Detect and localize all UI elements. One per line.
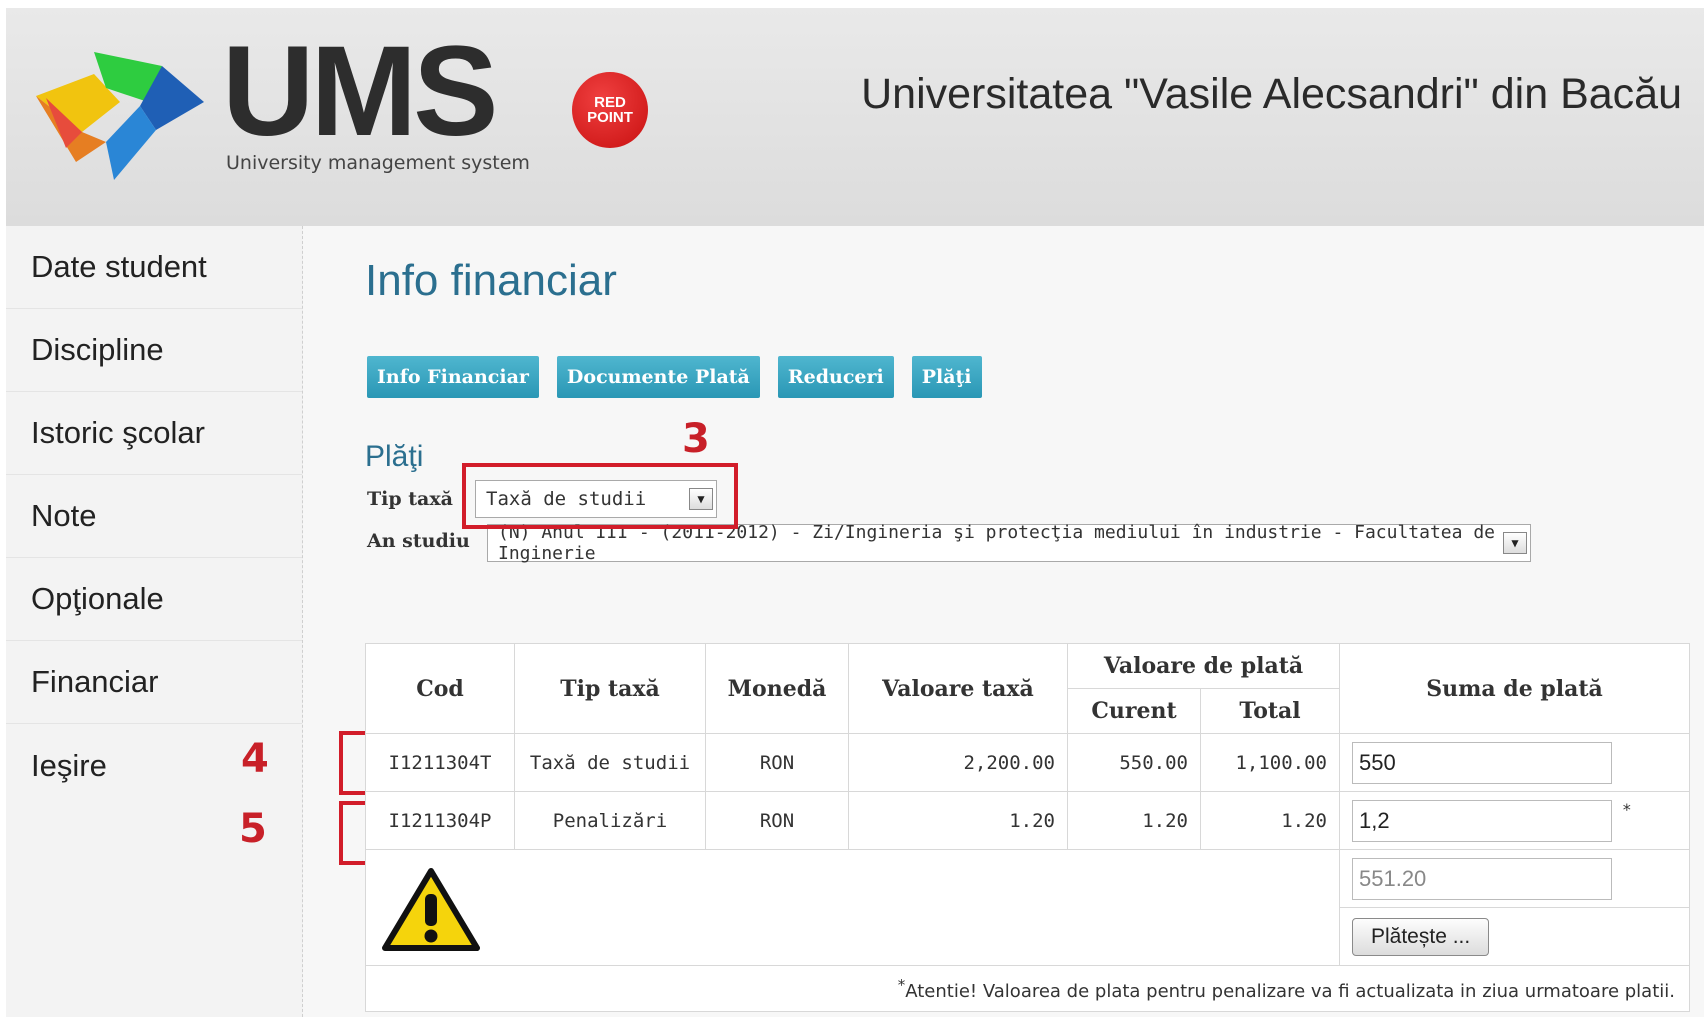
tab-documente-plata[interactable]: Documente Plată (556, 356, 760, 398)
tab-bar: Info Financiar Documente Plată Reduceri … (367, 356, 982, 398)
sidebar-item-istoric-scolar[interactable]: Istoric şcolar (6, 392, 302, 475)
sidebar-item-label: Date student (31, 249, 207, 284)
required-star: * (1622, 799, 1632, 819)
sidebar-item-date-student[interactable]: Date student (6, 226, 302, 309)
sidebar-item-optionale[interactable]: Opţionale (6, 558, 302, 641)
cell-cod: I1211304P (365, 791, 515, 850)
col-header-total: Total (1200, 688, 1340, 734)
cell-suma (1339, 733, 1690, 792)
col-header-valoare-taxa: Valoare taxă (848, 643, 1068, 734)
suma-input[interactable] (1352, 799, 1612, 842)
cell-valoare-taxa: 1.20 (848, 791, 1068, 850)
cell-total: 1,100.00 (1200, 733, 1340, 792)
callout-number-4: 4 (241, 736, 269, 782)
warning-cell (365, 849, 1340, 966)
page: UMS University management system RED POI… (6, 8, 1704, 1017)
note-row: *Atentie! Valoarea de plata pentru penal… (365, 965, 1690, 1012)
main-content: Info financiar Info Financiar Documente … (239, 226, 1704, 1017)
col-header-suma-de-plata: Suma de plată (1339, 643, 1690, 734)
cell-moneda: RON (705, 791, 849, 850)
an-studiu-label: An studiu (367, 530, 470, 552)
col-header-curent: Curent (1067, 688, 1201, 734)
tab-info-financiar[interactable]: Info Financiar (367, 356, 539, 398)
sidebar-item-label: Istoric şcolar (31, 415, 205, 450)
sidebar-item-label: Financiar (31, 664, 159, 699)
ums-logo-icon (36, 52, 204, 180)
sidebar-item-financiar[interactable]: Financiar (6, 641, 302, 724)
university-title: Universitatea "Vasile Alecsandri" din Ba… (861, 70, 1682, 118)
logo-subtitle: University management system (226, 152, 530, 174)
table-row: I1211304T Taxă de studii RON 2,200.00 55… (365, 733, 1690, 792)
chevron-down-icon[interactable]: ▼ (1503, 532, 1527, 554)
badge-line1: RED (594, 94, 626, 111)
cell-pay-button: Plătește ... (1339, 907, 1690, 966)
pay-button[interactable]: Plătește ... (1352, 917, 1490, 956)
sidebar-item-label: Discipline (31, 332, 164, 367)
tab-reduceri[interactable]: Reduceri (777, 356, 894, 398)
payments-table: Cod Tip taxă Monedă Valoare taxă Valoare… (365, 643, 1690, 1012)
callout-box-3 (462, 463, 738, 529)
cell-total: 1.20 (1200, 791, 1340, 850)
cell-curent: 1.20 (1067, 791, 1201, 850)
page-title: Info financiar (365, 256, 617, 305)
warning-icon (382, 868, 480, 951)
badge-line2: POINT (587, 109, 633, 126)
an-studiu-select[interactable]: (N) Anul III - (2011-2012) - Zi/Ingineri… (487, 522, 1531, 564)
suma-input[interactable] (1352, 741, 1612, 784)
sidebar-item-discipline[interactable]: Discipline (6, 309, 302, 392)
section-title: Plăţi (365, 440, 424, 473)
col-header-valoare-de-plata: Valoare de plată (1067, 643, 1340, 689)
header: UMS University management system RED POI… (6, 8, 1704, 227)
sidebar-item-label: Opţionale (31, 581, 164, 616)
sidebar-item-note[interactable]: Note (6, 475, 302, 558)
total-row (365, 849, 1690, 966)
sidebar-item-label: Ieşire (31, 747, 107, 783)
cell-total-sum (1339, 849, 1690, 908)
table-row: I1211304P Penalizări RON 1.20 1.20 1.20 … (365, 791, 1690, 850)
sidebar: Date student Discipline Istoric şcolar N… (6, 226, 303, 1017)
sidebar-item-label: Note (31, 498, 97, 533)
redpoint-badge: RED POINT (572, 72, 648, 148)
tip-taxa-label: Tip taxă (367, 488, 453, 510)
col-header-moneda: Monedă (705, 643, 849, 734)
cell-cod: I1211304T (365, 733, 515, 792)
cell-tip-taxa: Penalizări (514, 791, 706, 850)
callout-number-3: 3 (682, 416, 710, 462)
cell-moneda: RON (705, 733, 849, 792)
col-header-tip-taxa: Tip taxă (514, 643, 706, 734)
cell-valoare-taxa: 2,200.00 (848, 733, 1068, 792)
footnote-text: Atentie! Valoarea de plata pentru penali… (905, 980, 1675, 1002)
callout-number-5: 5 (239, 806, 267, 852)
cell-tip-taxa: Taxă de studii (514, 733, 706, 792)
col-header-cod: Cod (365, 643, 515, 734)
total-sum-field (1352, 857, 1612, 900)
logo-text: UMS (222, 20, 498, 163)
cell-curent: 550.00 (1067, 733, 1201, 792)
footnote: *Atentie! Valoarea de plata pentru penal… (365, 965, 1690, 1012)
cell-suma: * (1339, 791, 1690, 850)
tab-plati[interactable]: Plăţi (911, 356, 982, 398)
